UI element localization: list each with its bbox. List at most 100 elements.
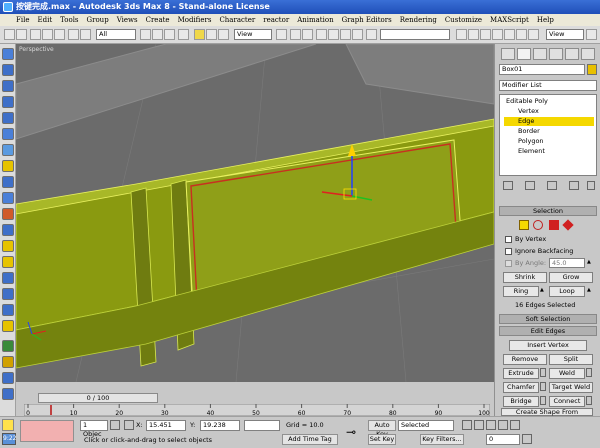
constraint-solver-icon[interactable]: [2, 288, 14, 300]
menu-graph-editors[interactable]: Graph Editors: [338, 16, 396, 24]
rope-collection-icon[interactable]: [2, 128, 14, 140]
plane-icon[interactable]: [2, 160, 14, 172]
time-slider[interactable]: 0 / 100: [38, 393, 158, 403]
go-to-end-icon[interactable]: [510, 420, 520, 430]
spring-icon[interactable]: [2, 176, 14, 188]
display-tab-icon[interactable]: [565, 48, 579, 60]
curve-editor-icon[interactable]: [480, 29, 491, 40]
menu-edit[interactable]: Edit: [33, 16, 56, 24]
menu-help[interactable]: Help: [533, 16, 558, 24]
y-coordinate-field[interactable]: 19.238: [200, 420, 240, 431]
object-color-swatch[interactable]: [587, 64, 597, 75]
next-frame-icon[interactable]: [498, 420, 508, 430]
maxscript-listener-icon[interactable]: [2, 419, 14, 431]
vertex-mode-icon[interactable]: [505, 220, 515, 230]
preview-animation-icon[interactable]: [2, 388, 14, 400]
add-time-tag-button[interactable]: Add Time Tag: [282, 434, 338, 445]
by-angle-checkbox[interactable]: [505, 260, 512, 267]
toy-car-icon[interactable]: [2, 240, 14, 252]
set-key-button[interactable]: Set Key: [368, 434, 396, 445]
menu-maxscript[interactable]: MAXScript: [486, 16, 533, 24]
selection-lock-icon[interactable]: [68, 29, 79, 40]
ring-spinner[interactable]: ▲: [540, 286, 544, 295]
insert-vertex-button[interactable]: Insert Vertex: [509, 340, 587, 351]
percent-snap-icon[interactable]: [340, 29, 351, 40]
cloth-collection-icon[interactable]: [2, 96, 14, 108]
zoom-icon[interactable]: [540, 420, 550, 430]
reference-coordinate-dropdown[interactable]: View: [234, 29, 272, 40]
mirror-tool-icon[interactable]: [456, 29, 467, 40]
element-mode-icon[interactable]: [562, 219, 574, 231]
selection-rollout-header[interactable]: Selection: [499, 206, 597, 216]
menu-group[interactable]: Group: [83, 16, 113, 24]
remove-button[interactable]: Remove: [503, 354, 547, 365]
by-angle-spinner[interactable]: ▲: [587, 258, 591, 267]
point-to-point-icon[interactable]: [2, 340, 14, 352]
rigid-body-icon[interactable]: [2, 80, 14, 92]
menu-file[interactable]: File: [12, 16, 33, 24]
key-mode-dropdown[interactable]: Selected: [398, 420, 454, 431]
polygon-mode-icon[interactable]: [549, 220, 559, 230]
key-filters-button[interactable]: Key Filters...: [420, 434, 464, 445]
material-editor-icon[interactable]: [504, 29, 515, 40]
chamfer-button[interactable]: Chamfer: [503, 382, 539, 393]
menu-tools[interactable]: Tools: [56, 16, 82, 24]
loop-button[interactable]: Loop: [549, 286, 585, 297]
spinner-snap-icon[interactable]: [352, 29, 363, 40]
utilities-tab-icon[interactable]: [581, 48, 595, 60]
make-unique-icon[interactable]: [547, 181, 557, 190]
remove-modifier-icon[interactable]: [569, 181, 579, 190]
configure-sets-icon[interactable]: [587, 181, 595, 190]
pan-icon[interactable]: [554, 434, 564, 444]
menu-character[interactable]: Character: [215, 16, 259, 24]
menu-views[interactable]: Views: [113, 16, 142, 24]
split-button[interactable]: Split: [549, 354, 593, 365]
fracture-icon[interactable]: [2, 256, 14, 268]
hinge-icon[interactable]: [2, 320, 14, 332]
schematic-view-icon[interactable]: [492, 29, 503, 40]
menu-animation[interactable]: Animation: [293, 16, 337, 24]
mirror-icon[interactable]: [290, 29, 301, 40]
track-bar[interactable]: 0 10 20 30 40 50 60 70 80 90 100: [24, 404, 490, 416]
shrink-button[interactable]: Shrink: [503, 272, 547, 283]
unlink-icon[interactable]: [42, 29, 53, 40]
redo-icon[interactable]: [16, 29, 27, 40]
time-slider-left-arrow[interactable]: [16, 393, 26, 403]
maximize-viewport-icon[interactable]: [582, 434, 592, 444]
previous-frame-icon[interactable]: [474, 420, 484, 430]
select-by-name-icon[interactable]: [164, 29, 175, 40]
reactor-collection-icon[interactable]: [2, 64, 14, 76]
stack-vertex[interactable]: Vertex: [518, 107, 539, 116]
deforming-mesh-icon[interactable]: [2, 144, 14, 156]
weld-settings-icon[interactable]: [586, 368, 592, 377]
time-configuration-icon[interactable]: [522, 434, 532, 444]
select-scale-icon[interactable]: [218, 29, 229, 40]
reactor-icon[interactable]: [2, 48, 14, 60]
field-of-view-icon[interactable]: [540, 434, 550, 444]
x-coordinate-field[interactable]: 15.451: [146, 420, 186, 431]
arc-rotate-icon[interactable]: [568, 434, 578, 444]
dashpot-icon[interactable]: [2, 192, 14, 204]
select-rotate-icon[interactable]: [206, 29, 217, 40]
current-frame-field[interactable]: 0: [486, 434, 520, 445]
pivot-center-icon[interactable]: [276, 29, 287, 40]
water-icon[interactable]: [2, 272, 14, 284]
set-key-icon[interactable]: ⊸: [346, 425, 364, 439]
object-name-field[interactable]: Box01: [499, 64, 585, 75]
select-object-icon[interactable]: [140, 29, 151, 40]
soft-body-icon[interactable]: [2, 112, 14, 124]
select-move-icon[interactable]: [194, 29, 205, 40]
grow-button[interactable]: Grow: [549, 272, 593, 283]
chamfer-settings-icon[interactable]: [540, 382, 546, 391]
snap-toggle-icon[interactable]: [316, 29, 327, 40]
zoom-extents-icon[interactable]: [568, 420, 578, 430]
pin-stack-icon[interactable]: [503, 181, 513, 190]
connect-settings-icon[interactable]: [586, 396, 592, 405]
time-slider-right-arrow[interactable]: [480, 393, 490, 403]
create-shape-button[interactable]: Create Shape From Selection: [501, 408, 593, 423]
stack-editable-poly[interactable]: Editable Poly: [506, 97, 548, 106]
edge-mode-icon[interactable]: [519, 220, 529, 230]
stack-border[interactable]: Border: [518, 127, 540, 136]
edit-edges-rollout-header[interactable]: Edit Edges: [499, 326, 597, 336]
ring-button[interactable]: Ring: [503, 286, 539, 297]
